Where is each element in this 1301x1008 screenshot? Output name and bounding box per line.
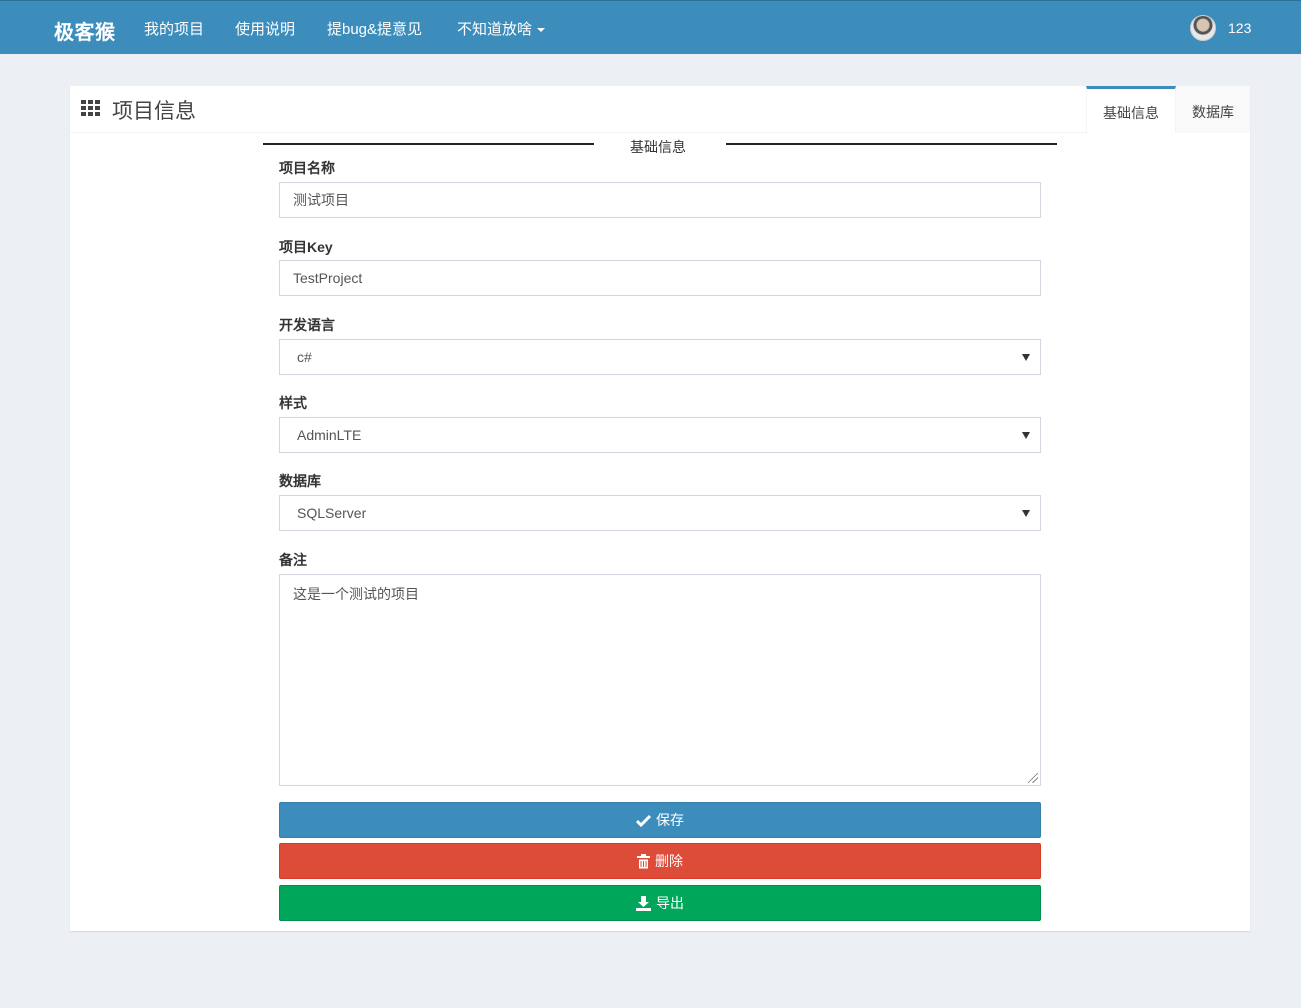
caret-down-icon (537, 28, 546, 33)
database-label: 数据库 (279, 473, 321, 489)
delete-button-label: 删除 (655, 853, 683, 869)
check-icon (636, 814, 651, 827)
page-title: 项目信息 (112, 100, 196, 123)
save-button[interactable]: 保存 (279, 802, 1041, 838)
database-select[interactable]: SQLServer (279, 495, 1041, 531)
user-name: 123 (1228, 20, 1252, 36)
project-key-input[interactable]: TestProject (279, 260, 1041, 296)
project-key-label: 项目Key (279, 239, 333, 255)
trash-icon (637, 853, 650, 869)
language-value: c# (297, 349, 312, 365)
tab-database[interactable]: 数据库 (1176, 86, 1250, 133)
nav-dropdown[interactable]: 不知道放啥 (457, 18, 546, 39)
save-button-label: 保存 (656, 812, 684, 828)
legend-divider-left (263, 143, 594, 145)
remark-value: 这是一个测试的项目 (293, 586, 419, 602)
project-name-value: 测试项目 (293, 192, 349, 208)
project-name-label: 项目名称 (279, 160, 335, 176)
export-button-label: 导出 (656, 895, 684, 911)
brand-logo[interactable]: 极客猴 (54, 16, 116, 45)
project-info-box: 项目信息 基础信息 数据库 基础信息 项目名称 测试项目 项目Key TestP… (70, 86, 1250, 931)
export-button[interactable]: 导出 (279, 885, 1041, 921)
dropdown-arrow-icon (1022, 510, 1030, 517)
database-value: SQLServer (297, 505, 367, 521)
language-label: 开发语言 (279, 317, 335, 333)
dropdown-arrow-icon (1022, 432, 1030, 439)
download-icon (636, 895, 651, 911)
tab-bar: 基础信息 数据库 (1086, 86, 1250, 133)
delete-button[interactable]: 删除 (279, 843, 1041, 879)
box-header: 项目信息 基础信息 数据库 (70, 86, 1250, 133)
project-name-input[interactable]: 测试项目 (279, 182, 1041, 218)
remark-label: 备注 (279, 552, 307, 568)
resize-handle-icon[interactable] (1028, 773, 1038, 783)
nav-dropdown-label: 不知道放啥 (457, 21, 533, 38)
language-select[interactable]: c# (279, 339, 1041, 375)
remark-textarea[interactable]: 这是一个测试的项目 (279, 574, 1041, 786)
tab-basic-info[interactable]: 基础信息 (1086, 86, 1176, 133)
project-key-value: TestProject (293, 270, 363, 286)
style-select[interactable]: AdminLTE (279, 417, 1041, 453)
nav-report-bug[interactable]: 提bug&提意见 (327, 18, 422, 39)
nav-my-projects[interactable]: 我的项目 (144, 18, 204, 39)
grid-icon (81, 100, 102, 117)
nav-usage-guide[interactable]: 使用说明 (235, 18, 295, 39)
style-value: AdminLTE (297, 427, 362, 443)
style-label: 样式 (279, 395, 307, 411)
legend-divider-right (726, 143, 1057, 145)
user-menu[interactable]: 123 (1190, 15, 1251, 41)
top-navbar: 极客猴 我的项目 使用说明 提bug&提意见 不知道放啥 123 (0, 0, 1301, 54)
dropdown-arrow-icon (1022, 354, 1030, 361)
fieldset-legend: 基础信息 (630, 139, 686, 155)
avatar (1190, 15, 1216, 41)
